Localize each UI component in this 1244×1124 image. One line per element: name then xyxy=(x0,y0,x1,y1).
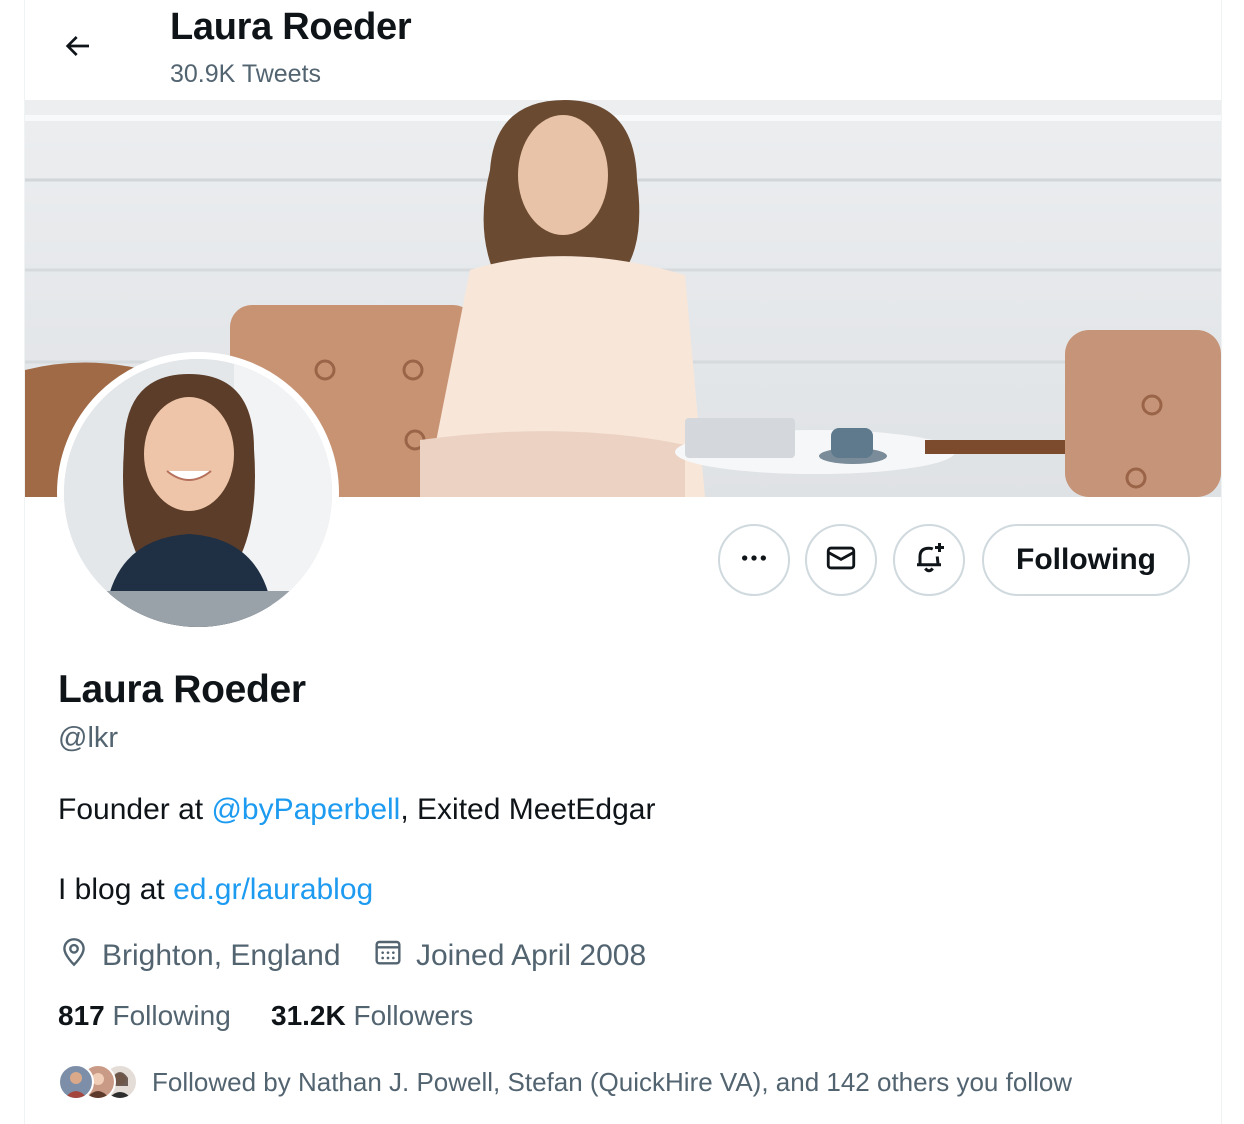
following-button[interactable]: Following xyxy=(982,524,1190,596)
bio-line-2: I blog at ed.gr/laurablog xyxy=(58,873,373,907)
bell-plus-icon xyxy=(911,540,947,581)
followers-label: Followers xyxy=(353,1000,474,1031)
followed-by[interactable]: Followed by Nathan J. Powell, Stefan (Qu… xyxy=(58,1062,1072,1102)
blog-link[interactable]: ed.gr/laurablog xyxy=(173,873,373,906)
more-icon xyxy=(738,542,770,579)
profile-joined: Joined April 2008 xyxy=(372,936,646,976)
tweet-count: 30.9K Tweets xyxy=(170,60,322,88)
header-title: Laura Roeder xyxy=(170,6,412,48)
location-pin-icon xyxy=(58,936,102,976)
back-button[interactable] xyxy=(53,24,101,72)
profile-name: Laura Roeder xyxy=(58,668,306,711)
avatar-photo xyxy=(64,359,332,627)
calendar-icon xyxy=(372,936,416,976)
more-button[interactable] xyxy=(718,524,790,596)
follower-avatar xyxy=(58,1064,94,1100)
followed-by-text: Followed by Nathan J. Powell, Stefan (Qu… xyxy=(152,1066,1073,1097)
avatar[interactable] xyxy=(57,352,339,634)
arrow-left-icon xyxy=(61,30,93,67)
bio-text: I blog at xyxy=(58,873,174,906)
envelope-icon xyxy=(824,541,858,580)
bio-line-1: Founder at @byPaperbell, Exited MeetEdga… xyxy=(58,793,655,827)
bio-text: , Exited MeetEdgar xyxy=(400,793,656,826)
message-button[interactable] xyxy=(805,524,877,596)
following-count: 817 xyxy=(58,1000,105,1031)
followers-count: 31.2K xyxy=(271,1000,346,1031)
followers-count-link[interactable]: 31.2K Followers xyxy=(271,1000,473,1032)
location-text: Brighton, England xyxy=(102,939,341,972)
profile-column: Laura Roeder 30.9K Tweets Following Laur… xyxy=(24,0,1222,1124)
following-count-link[interactable]: 817 Following xyxy=(58,1000,231,1032)
mention-link[interactable]: @byPaperbell xyxy=(211,793,400,826)
profile-handle: @lkr xyxy=(58,722,119,754)
profile-header: Laura Roeder 30.9K Tweets xyxy=(25,0,1221,100)
profile-location: Brighton, England xyxy=(58,936,341,976)
joined-text: Joined April 2008 xyxy=(416,939,647,972)
following-label: Following xyxy=(112,1000,231,1031)
follower-avatars xyxy=(58,1062,138,1102)
bio-text: Founder at xyxy=(58,793,212,826)
notify-button[interactable] xyxy=(893,524,965,596)
